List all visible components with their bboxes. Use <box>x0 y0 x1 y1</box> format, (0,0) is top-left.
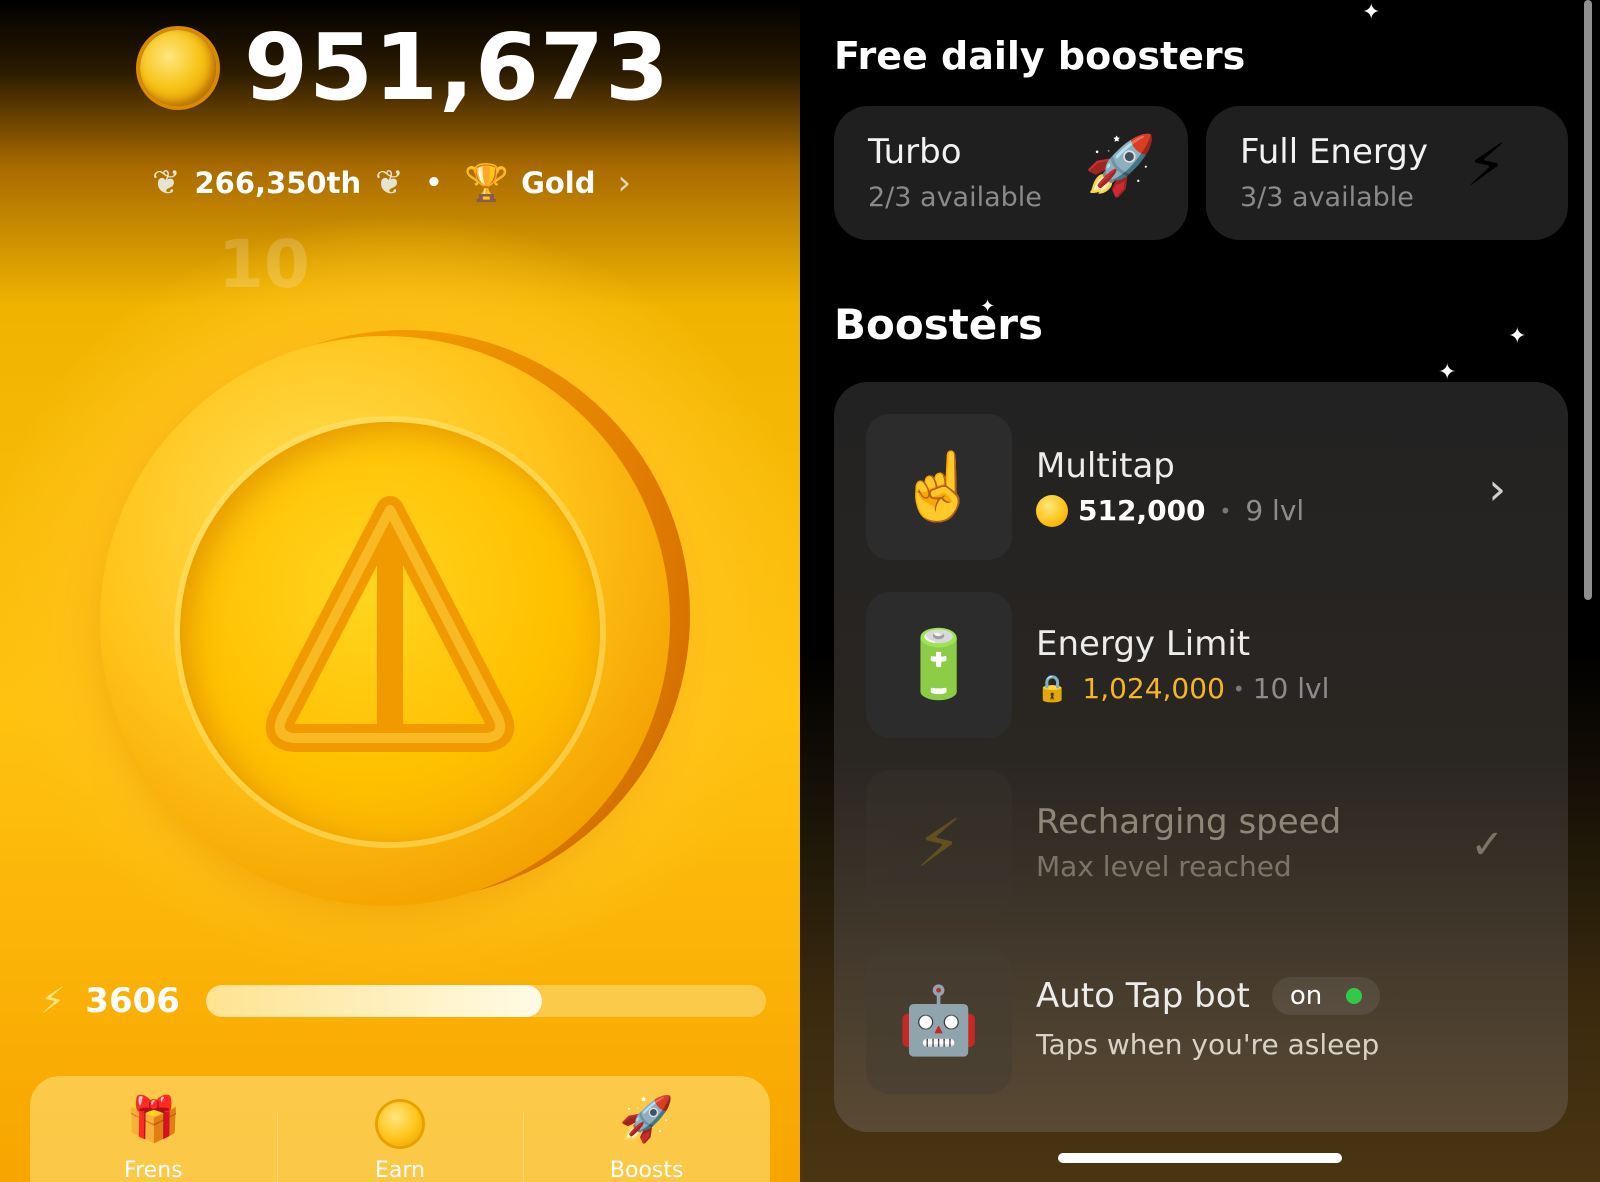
sparkle-icon: ✦ <box>1438 360 1457 385</box>
chevron-right-icon: › <box>617 163 632 203</box>
energy-progress-fill <box>206 985 542 1017</box>
booster-status: Max level reached <box>1036 850 1292 883</box>
gift-icon: 🎁 <box>125 1094 181 1145</box>
nav-frens[interactable]: 🎁 Frens <box>30 1076 277 1182</box>
card-availability: 2/3 available <box>868 182 1042 213</box>
balance-display: 951,673 <box>140 22 670 114</box>
pointing-finger-icon: ☝️ <box>866 414 1012 560</box>
section-title-daily: Free daily boosters <box>834 34 1246 78</box>
turbo-booster-card[interactable]: Turbo 2/3 available 🚀 <box>834 106 1188 240</box>
status-badge: on <box>1271 977 1381 1015</box>
league-name: Gold <box>521 166 596 200</box>
balance-value: 951,673 <box>244 14 671 121</box>
notcoin-logo-icon <box>265 496 515 752</box>
nav-label: Earn <box>375 1158 425 1182</box>
list-item-energy-limit[interactable]: 🔋 Energy Limit 🔒 1,024,000 • 10 lvl <box>866 592 1546 740</box>
tap-coin[interactable] <box>100 330 690 910</box>
status-text: on <box>1289 981 1323 1011</box>
lightning-icon: ⚡ <box>40 980 66 1022</box>
booster-title: Auto Tap bot <box>1036 976 1250 1016</box>
booster-title: Multitap <box>1036 446 1175 486</box>
sparkle-icon: ✦ <box>1508 324 1527 349</box>
rank-value: 266,350th <box>194 166 362 200</box>
full-energy-booster-card[interactable]: Full Energy 3/3 available ⚡ <box>1206 106 1568 240</box>
separator-dot: • <box>1219 498 1232 523</box>
boosts-panel: ✦ ✦ ✦ ✦ Free daily boosters Turbo 2/3 av… <box>800 0 1600 1182</box>
lightning-icon: ⚡ <box>866 770 1012 916</box>
energy-progress-bar <box>206 985 766 1017</box>
bottom-nav: 🎁 Frens Earn 🚀 Boosts <box>30 1076 770 1182</box>
rocket-icon: 🚀 <box>619 1094 675 1145</box>
boosters-list: ☝️ Multitap 512,000 • 9 lvl › 🔋 Energy L… <box>834 382 1568 1132</box>
laurel-right-icon: ❦ <box>375 163 404 203</box>
battery-icon: 🔋 <box>866 592 1012 738</box>
rocket-icon: 🚀 <box>1084 131 1157 199</box>
energy-meter: ⚡ 3606 <box>40 976 770 1026</box>
card-title: Turbo <box>868 132 962 172</box>
separator-dot: • <box>1232 676 1245 701</box>
home-indicator <box>1058 1153 1342 1163</box>
coin-icon <box>1036 494 1068 527</box>
lightning-icon: ⚡ <box>1466 131 1507 199</box>
coin-icon <box>378 1098 422 1154</box>
tap-game-panel: 951,673 ❦ 266,350th ❦ • 🏆 Gold › 10 ⚡ 36… <box>0 0 800 1182</box>
league-rank-link[interactable]: ❦ 266,350th ❦ • 🏆 Gold › <box>152 162 631 204</box>
booster-title-row: Auto Tap bot on <box>1036 976 1381 1016</box>
tap-increment-popup: 10 <box>218 226 310 303</box>
list-item-multitap[interactable]: ☝️ Multitap 512,000 • 9 lvl › <box>866 414 1546 562</box>
card-availability: 3/3 available <box>1240 182 1414 213</box>
laurel-left-icon: ❦ <box>152 163 181 203</box>
nav-boosts[interactable]: 🚀 Boosts <box>523 1076 770 1182</box>
separator-dot: • <box>425 168 443 198</box>
booster-description: Taps when you're asleep <box>1036 1028 1380 1061</box>
energy-value: 3606 <box>85 981 180 1021</box>
chevron-right-icon: › <box>1488 464 1506 515</box>
booster-price: 512,000 <box>1078 494 1206 527</box>
booster-price: 1,024,000 <box>1082 672 1225 705</box>
nav-earn[interactable]: Earn <box>276 1076 524 1182</box>
scrollbar[interactable] <box>1584 0 1592 600</box>
booster-price-row: 🔒 1,024,000 • 10 lvl <box>1036 672 1329 705</box>
coin-face <box>100 336 670 906</box>
trophy-icon: 🏆 <box>464 163 510 204</box>
status-dot <box>1346 988 1363 1004</box>
sparkle-icon: ✦ <box>1362 0 1381 25</box>
booster-level: 9 lvl <box>1245 494 1305 527</box>
card-title: Full Energy <box>1240 132 1428 172</box>
booster-level: 10 lvl <box>1252 672 1330 705</box>
list-item-recharging-speed: ⚡ Recharging speed Max level reached ✓ <box>866 770 1546 918</box>
checkmark-icon: ✓ <box>1470 822 1504 868</box>
nav-label: Frens <box>124 1158 183 1182</box>
booster-price-row: 512,000 • 9 lvl <box>1036 494 1304 527</box>
robot-icon: 🤖 <box>866 948 1012 1094</box>
coin-icon <box>140 30 216 106</box>
booster-title: Energy Limit <box>1036 624 1251 664</box>
booster-title: Recharging speed <box>1036 802 1342 842</box>
section-title-boosters: Boosters <box>834 300 1043 349</box>
list-item-auto-tap-bot[interactable]: 🤖 Auto Tap bot on Taps when you're aslee… <box>866 948 1546 1096</box>
coin-center <box>180 422 600 842</box>
nav-label: Boosts <box>609 1158 684 1182</box>
lock-icon: 🔒 <box>1036 673 1069 704</box>
